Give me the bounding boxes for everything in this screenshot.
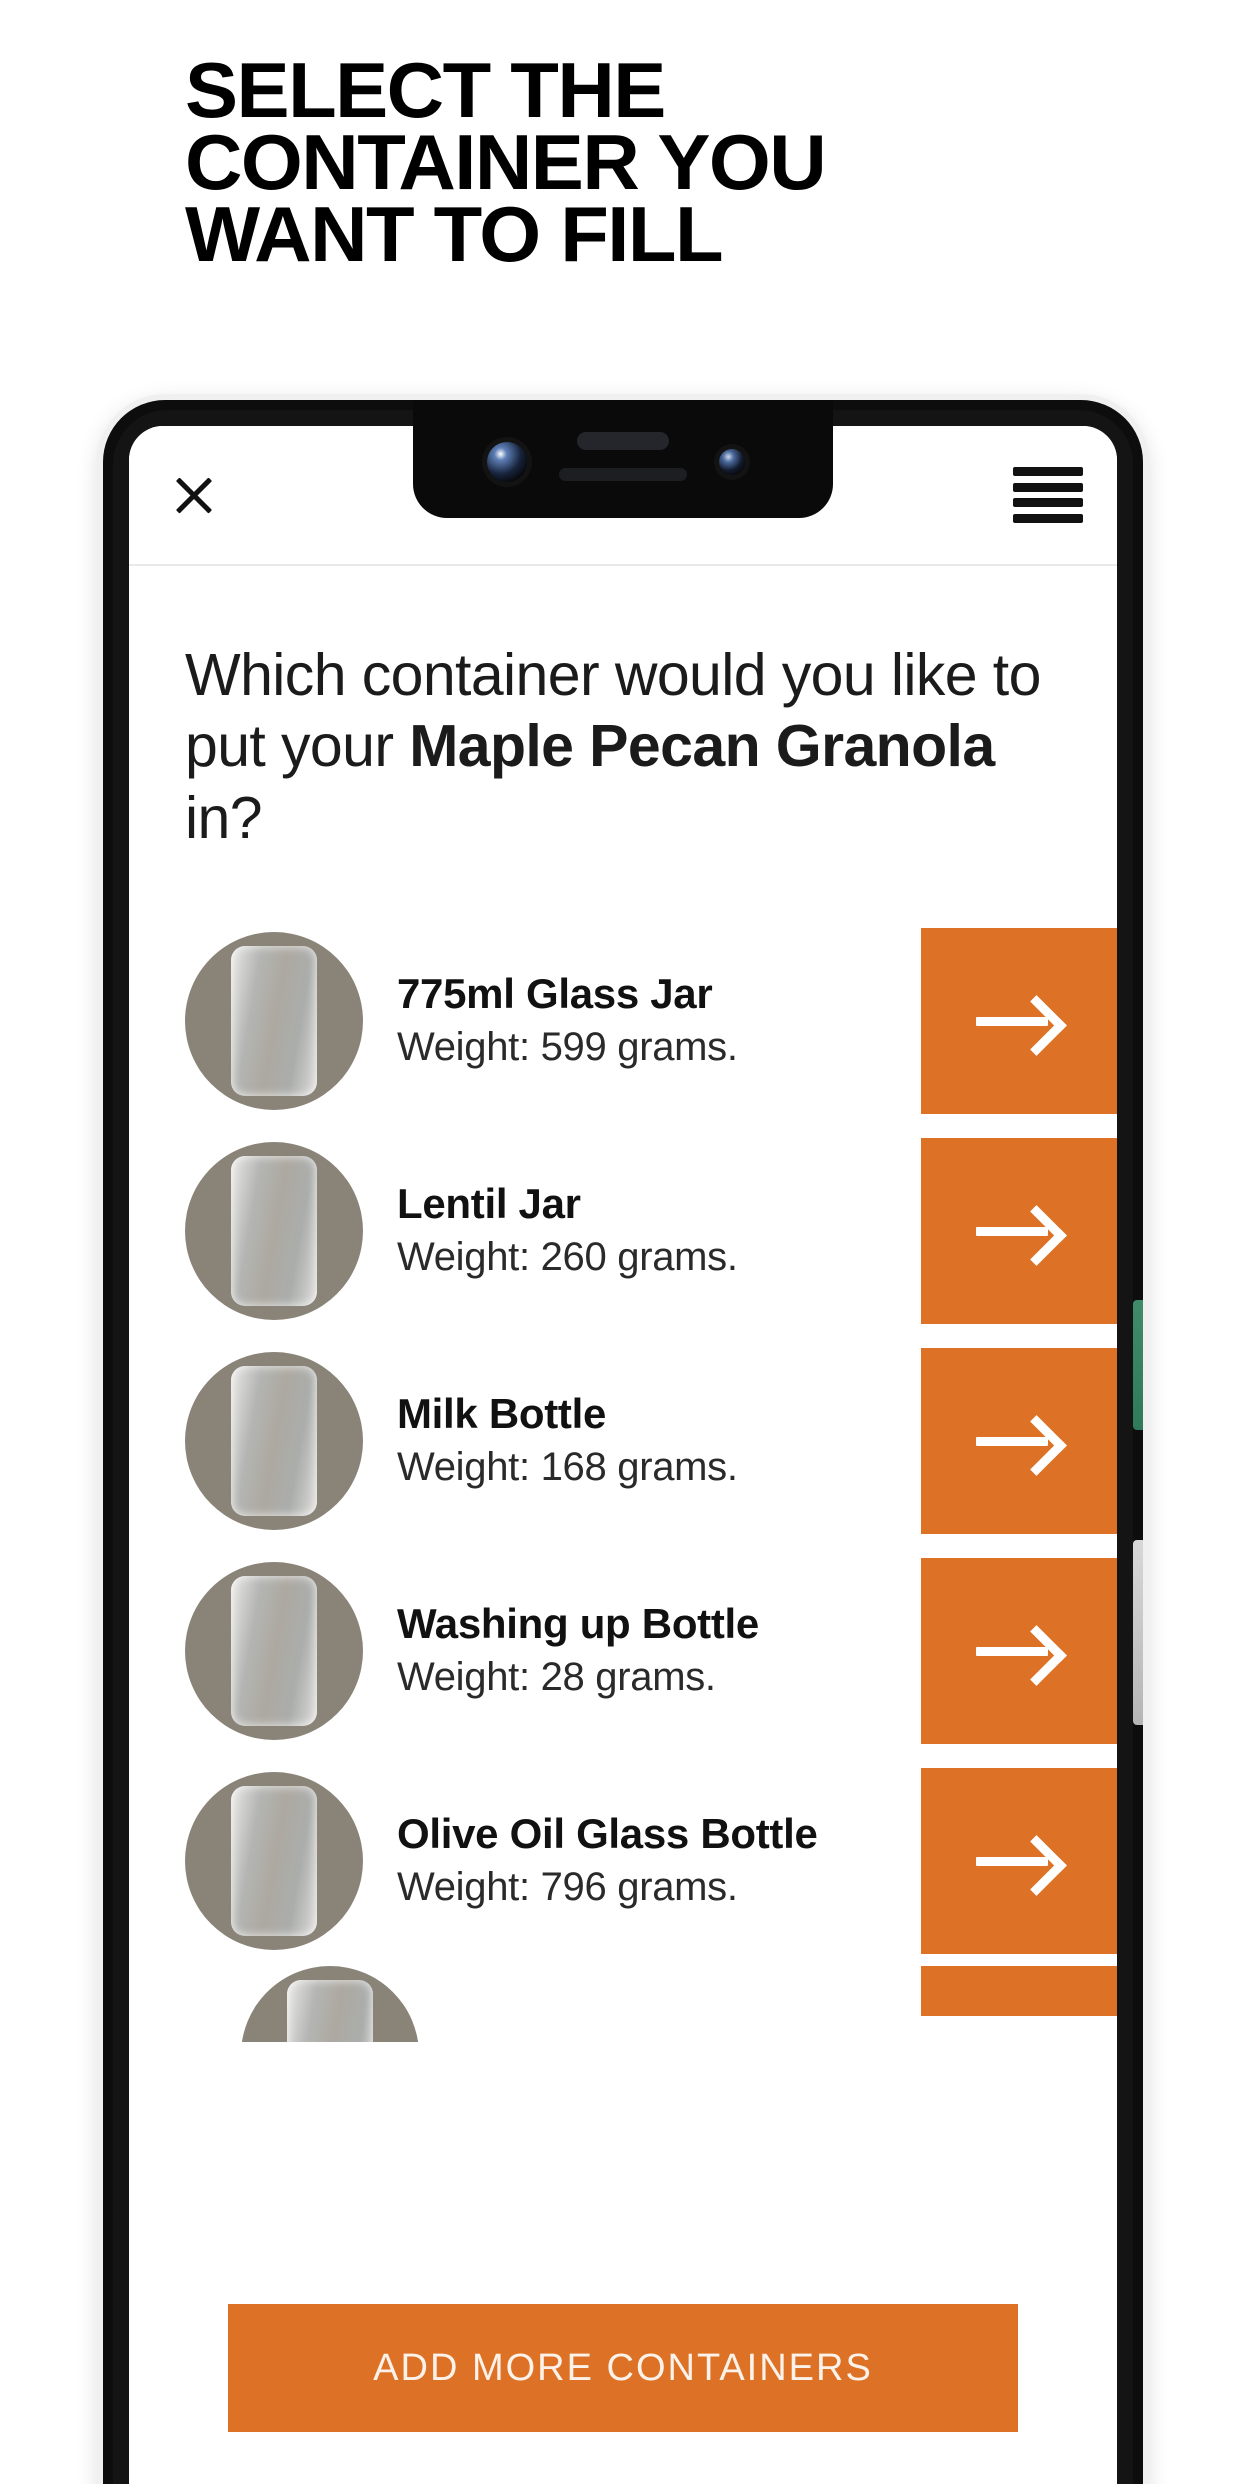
front-camera-icon [487,442,527,482]
arrow-right-icon [976,1623,1062,1679]
app-screen: MY CONTAINERS Which container would you … [129,426,1117,2484]
secondary-camera-icon [719,449,745,475]
select-container-button[interactable] [921,1768,1117,1955]
phone-power-button[interactable] [1133,1300,1143,1430]
container-thumbnail [185,932,363,1111]
container-row[interactable]: Washing up Bottle Weight: 28 grams. [185,1546,1117,1756]
promo-headline: SELECT THE CONTAINER YOU WANT TO FILL [185,46,1042,278]
select-container-button[interactable] [921,1966,1117,2017]
container-thumbnail [185,1772,363,1951]
promo-headline-line-1: SELECT THE [185,46,666,134]
container-row-partial[interactable] [185,1966,1117,2043]
phone-notch [413,400,833,518]
arrow-right-icon [976,1203,1062,1259]
menu-bar [1013,482,1083,492]
question-suffix: in? [185,784,263,851]
arrow-right-icon [976,1413,1062,1469]
phone-volume-button[interactable] [1133,1540,1143,1725]
question-product-name: Maple Pecan Granola [409,713,995,780]
cta-area: ADD MORE CONTAINERS [129,2304,1117,2432]
container-row[interactable]: Lentil Jar Weight: 260 grams. [185,1126,1117,1336]
menu-bar [1013,467,1083,476]
question-prompt: Which container would you like to put yo… [129,566,1117,854]
container-thumbnail [185,1352,363,1531]
select-container-button[interactable] [921,1558,1117,1745]
select-container-button[interactable] [921,928,1117,1115]
container-row[interactable]: Olive Oil Glass Bottle Weight: 796 grams… [185,1756,1117,1966]
phone-device-mockup: MY CONTAINERS Which container would you … [103,400,1143,2484]
add-more-containers-button[interactable]: ADD MORE CONTAINERS [228,2304,1018,2432]
menu-bar [1013,498,1083,508]
select-container-button[interactable] [921,1138,1117,1325]
container-row[interactable]: 775ml Glass Jar Weight: 599 grams. [185,916,1117,1126]
container-thumbnail [241,1966,419,2043]
container-thumbnail [185,1562,363,1741]
promo-headline-line-2: CONTAINER YOU [185,117,827,206]
earpiece-speaker [577,432,669,450]
arrow-right-icon [976,993,1062,1049]
menu-bar [1013,513,1083,523]
container-list: 775ml Glass Jar Weight: 599 grams. Lenti… [129,916,1117,2043]
hamburger-menu-icon[interactable] [1013,467,1083,523]
select-container-button[interactable] [921,1348,1117,1535]
arrow-right-icon [976,1833,1062,1889]
close-icon[interactable] [163,464,225,526]
earpiece-speaker-secondary [559,468,687,481]
screenshot-root: SELECT THE CONTAINER YOU WANT TO FILL MY… [0,0,1242,2484]
container-thumbnail [185,1142,363,1321]
promo-headline-line-3: WANT TO FILL [185,189,724,278]
add-more-containers-label: ADD MORE CONTAINERS [373,2346,873,2389]
container-row[interactable]: Milk Bottle Weight: 168 grams. [185,1336,1117,1546]
